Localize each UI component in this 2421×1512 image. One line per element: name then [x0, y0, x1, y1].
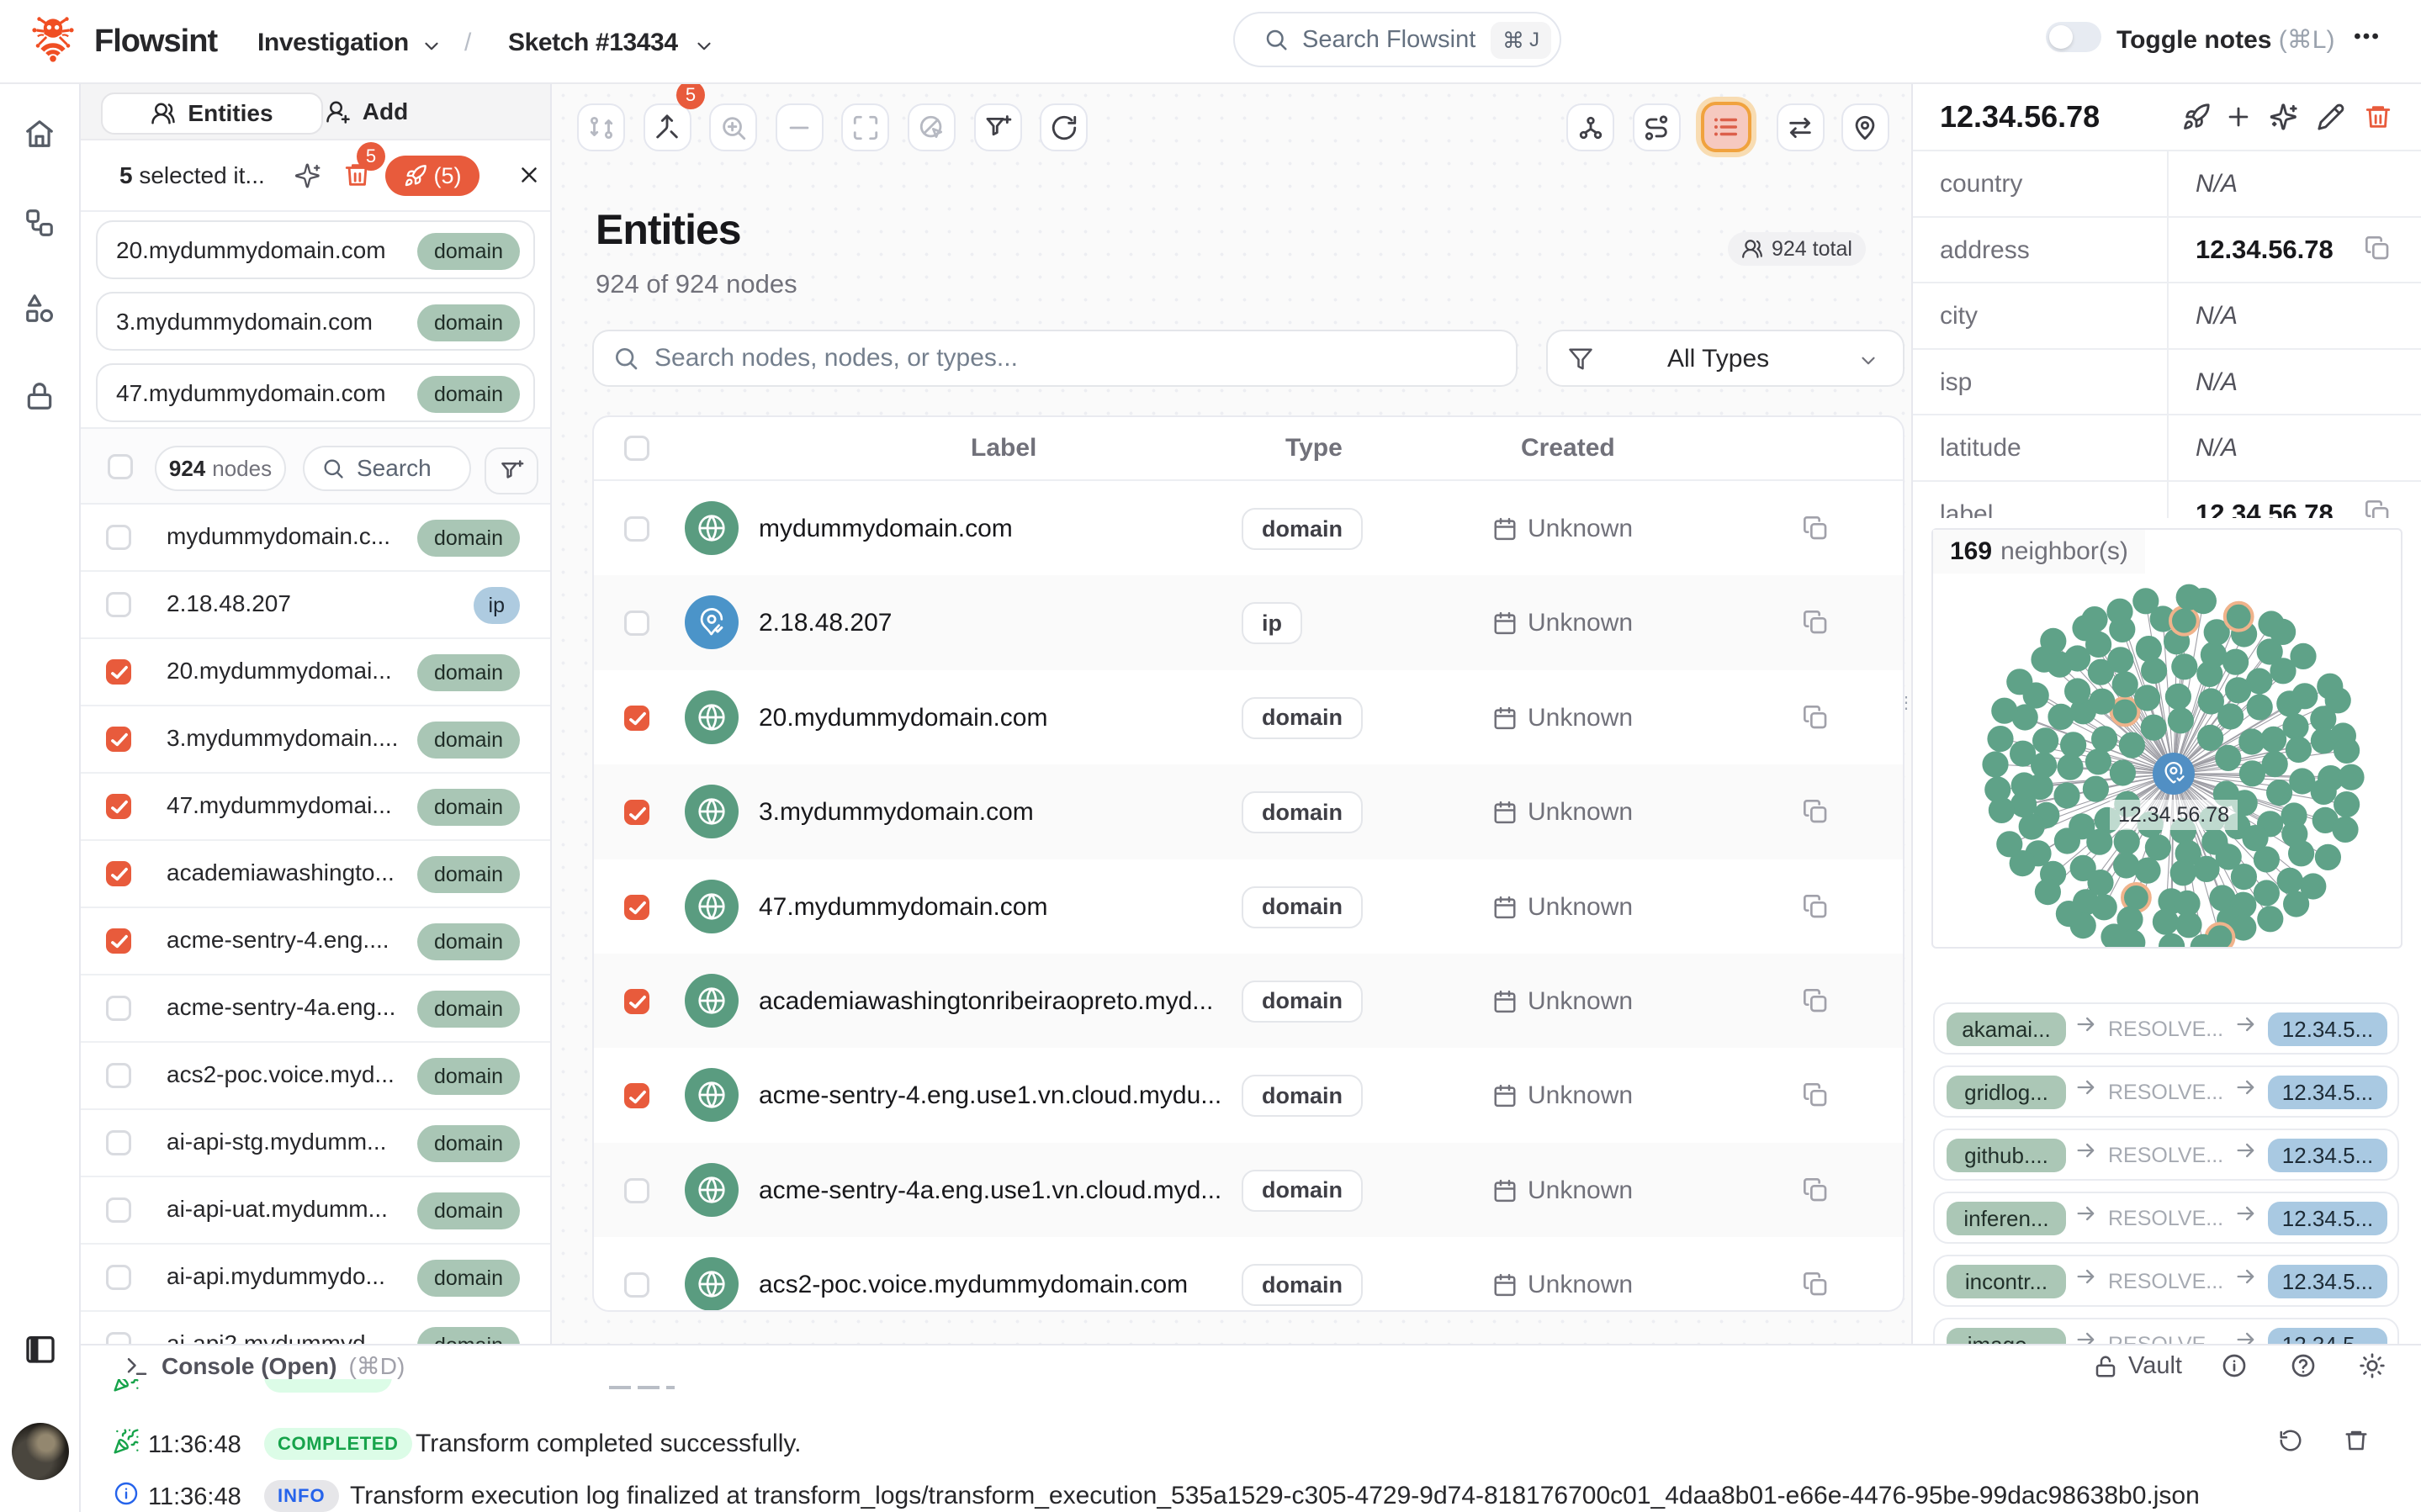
- svg-text:12.34.56.78: 12.34.56.78: [2118, 803, 2229, 827]
